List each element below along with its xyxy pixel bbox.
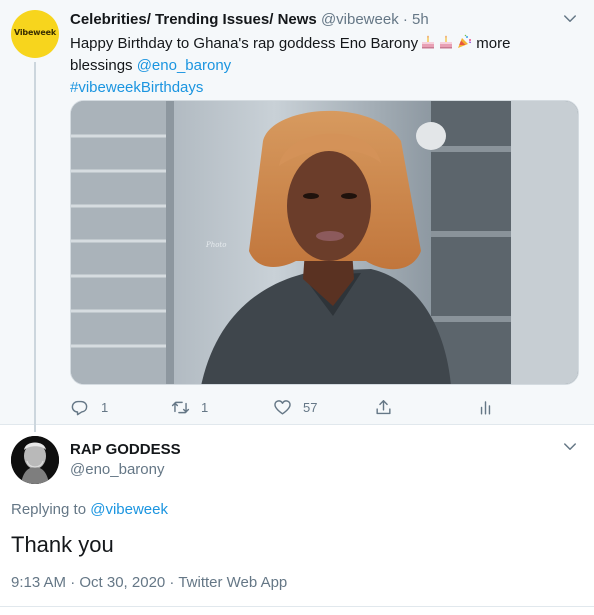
tweet-header: Celebrities/ Trending Issues/ News @vibe… <box>70 11 429 28</box>
like-action[interactable]: 57 <box>273 396 317 418</box>
svg-text:Photo: Photo <box>205 241 226 249</box>
reply-timestamp[interactable]: 9:13 AM · Oct 30, 2020 · Twitter Web App <box>11 574 287 591</box>
chevron-down-icon[interactable] <box>561 438 579 456</box>
hashtag-link[interactable]: #vibeweekBirthdays <box>70 79 203 96</box>
retweet-action[interactable]: 1 <box>171 396 208 418</box>
reply-icon[interactable] <box>70 398 89 417</box>
author-handle[interactable]: @vibeweek <box>321 11 399 28</box>
parent-tweet[interactable]: Vibeweek Celebrities/ Trending Issues/ N… <box>0 0 594 432</box>
reply-text: Thank you <box>11 532 114 557</box>
avatar-portrait <box>11 436 59 484</box>
eno-barony-avatar[interactable] <box>11 436 59 484</box>
birthday-cake-icon <box>438 34 454 50</box>
thread-line <box>34 62 36 432</box>
retweet-icon[interactable] <box>171 398 190 417</box>
analytics-action[interactable] <box>476 396 495 418</box>
replying-to: Replying to @vibeweek <box>11 501 168 518</box>
tweet-text-line2: blessings <box>70 57 137 74</box>
replying-label: Replying to <box>11 501 91 518</box>
reply-count: 1 <box>101 399 109 415</box>
mention-link[interactable]: @eno_barony <box>137 57 231 74</box>
tweet-text: Happy Birthday to Ghana's rap goddess En… <box>70 33 570 99</box>
tweet-text-more: more <box>472 35 511 52</box>
party-popper-icon <box>456 34 472 50</box>
heart-icon[interactable] <box>273 398 292 417</box>
analytics-icon[interactable] <box>476 398 495 417</box>
birthday-cake-icon <box>420 34 436 50</box>
divider <box>0 606 594 607</box>
tweet-photo[interactable]: Photo <box>70 100 579 385</box>
tweet-time[interactable]: · 5h <box>403 11 429 28</box>
replying-to-link[interactable]: @vibeweek <box>90 501 168 518</box>
chevron-down-icon[interactable] <box>561 10 579 28</box>
avatar-logo-text: Vibeweek <box>14 28 56 37</box>
like-count: 57 <box>303 399 318 415</box>
tweet-text-main: Happy Birthday to Ghana's rap goddess En… <box>70 35 419 52</box>
share-icon[interactable] <box>374 398 393 417</box>
author-name[interactable]: Celebrities/ Trending Issues/ News <box>70 11 317 28</box>
photo-image: Photo <box>71 101 578 384</box>
vibeweek-avatar[interactable]: Vibeweek <box>11 10 59 58</box>
reply-author-name[interactable]: RAP GODDESS <box>70 441 181 458</box>
reply-action[interactable]: 1 <box>70 396 108 418</box>
share-action[interactable] <box>374 396 393 418</box>
retweet-count: 1 <box>201 399 209 415</box>
reply-author-handle[interactable]: @eno_barony <box>70 461 164 478</box>
